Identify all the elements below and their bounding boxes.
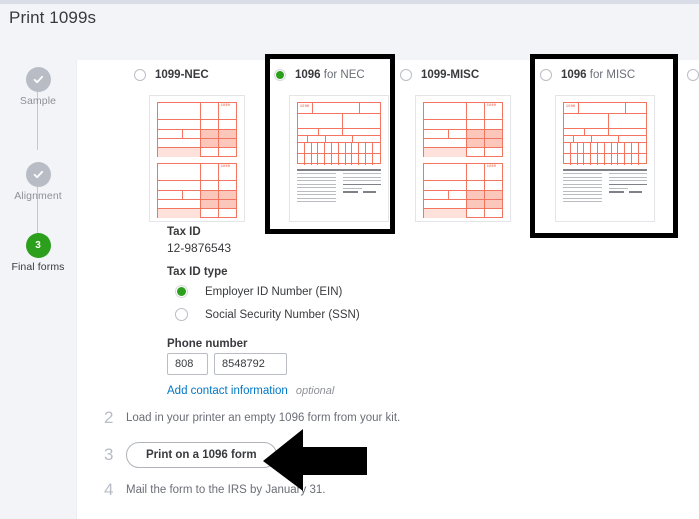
stepper-label-sample: Sample	[19, 95, 57, 107]
radio-label-ein: Employer ID Number (EIN)	[205, 285, 343, 298]
form-options-strip: 1099-NEC 1099 1099 1096 for NEC 1096 109…	[77, 60, 699, 240]
form-option-1099-nec[interactable]: 1099-NEC 1099 1099	[131, 60, 266, 240]
thumbnail-text-lines	[297, 169, 381, 205]
thumbnail-text-lines	[563, 169, 647, 205]
form-option-header[interactable]: 1	[684, 60, 699, 90]
radio-ssn[interactable]	[175, 308, 188, 321]
radio-1096-misc[interactable]	[540, 69, 552, 81]
add-contact-information-link[interactable]: Add contact information	[167, 385, 288, 397]
print-on-1096-form-button[interactable]: Print on a 1096 form	[126, 442, 277, 468]
form-option-label: 1099-MISC	[421, 69, 480, 81]
radio-1099-misc[interactable]	[400, 69, 412, 81]
phone-number-label: Phone number	[167, 338, 248, 350]
phone-number-fields: 808 8548792	[167, 353, 467, 375]
thumbnail-1099-nec[interactable]: 1099 1099	[149, 95, 245, 222]
thumbnail-1099-misc[interactable]: 1099 1099	[415, 95, 511, 222]
stepper-step-final-forms[interactable]: 3 Final forms	[0, 233, 76, 273]
phone-area-code-input[interactable]: 808	[167, 353, 208, 375]
form-option-header[interactable]: 1096 for NEC	[271, 60, 411, 90]
form-option-1099-misc[interactable]: 1099-MISC 1099 1099	[397, 60, 532, 240]
radio-option-ein[interactable]: Employer ID Number (EIN)	[167, 281, 467, 302]
radio-option-ssn[interactable]: Social Security Number (SSN)	[167, 304, 467, 325]
optional-label: optional	[295, 385, 335, 397]
radio-partial[interactable]	[687, 69, 699, 81]
form-option-1096-misc[interactable]: 1096 for MISC 1096	[537, 60, 682, 240]
left-arrow-annotation	[263, 425, 367, 496]
form-option-1096-nec[interactable]: 1096 for NEC 1096	[271, 60, 411, 240]
task-number: 2	[104, 408, 114, 427]
stepper-step-alignment[interactable]: Alignment	[0, 162, 76, 202]
page-title: Print 1099s	[9, 8, 97, 27]
phone-number-input[interactable]: 8548792	[214, 353, 287, 375]
step-number: 3	[35, 239, 41, 251]
issuer-details-section: Tax ID 12-9876543 Tax ID type Employer I…	[167, 226, 467, 397]
stepper-step-sample[interactable]: Sample	[0, 67, 76, 107]
form-option-header[interactable]: 1096 for MISC	[537, 60, 682, 90]
stepper-sidebar: Sample Alignment 3 Final forms	[0, 55, 76, 519]
step-number-badge: 3	[25, 233, 51, 258]
form-option-header[interactable]: 1099-NEC	[131, 60, 266, 90]
form-option-partial[interactable]: 1	[684, 60, 699, 240]
tax-id-value: 12-9876543	[167, 241, 232, 255]
tax-id-label: Tax ID	[167, 226, 201, 238]
form-option-label: 1096 for NEC	[295, 69, 365, 81]
top-bar	[0, 0, 699, 4]
radio-ein[interactable]	[175, 285, 188, 298]
task-number: 4	[104, 480, 114, 499]
check-icon	[25, 67, 51, 92]
thumbnail-1096-misc[interactable]: 1096	[555, 95, 655, 222]
stepper-label-final-forms: Final forms	[11, 261, 65, 273]
stepper-label-alignment: Alignment	[14, 190, 62, 202]
radio-1096-nec[interactable]	[274, 69, 286, 81]
app-window: Print 1099s Sample Alignment 3 Final for…	[0, 0, 699, 519]
radio-1099-nec[interactable]	[134, 69, 146, 81]
task-number: 3	[104, 445, 114, 464]
thumbnail-1096-nec[interactable]: 1096	[289, 95, 389, 222]
add-contact-row: Add contact information optional	[167, 385, 467, 397]
task-text: Load in your printer an empty 1096 form …	[126, 412, 401, 424]
tax-id-type-label: Tax ID type	[167, 266, 228, 278]
radio-label-ssn: Social Security Number (SSN)	[205, 308, 360, 321]
form-option-label: 1099-NEC	[155, 69, 209, 81]
form-option-label: 1096 for MISC	[561, 69, 636, 81]
form-option-header[interactable]: 1099-MISC	[397, 60, 532, 90]
check-icon	[25, 162, 51, 187]
